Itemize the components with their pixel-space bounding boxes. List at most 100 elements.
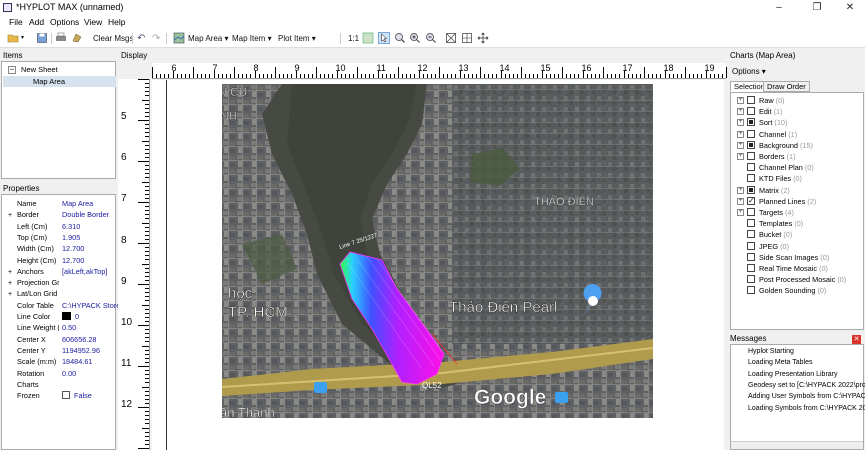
zoom-window-icon[interactable]	[461, 32, 473, 44]
frozen-checkbox[interactable]	[62, 391, 70, 400]
property-row[interactable]: Scale (m:m) 18484.61	[2, 356, 117, 367]
expand-icon[interactable]: +	[737, 153, 744, 160]
property-value[interactable]: [akLeft,akTop]	[62, 266, 118, 277]
options-menu[interactable]: Options ▾	[732, 67, 766, 76]
open-folder-icon[interactable]	[7, 32, 19, 44]
property-row[interactable]: Frozen False	[2, 390, 117, 401]
layer-checkbox[interactable]	[747, 96, 755, 104]
map-area-icon[interactable]	[173, 32, 185, 44]
property-row[interactable]: Name Map Area	[2, 198, 117, 209]
layer-checkbox[interactable]	[747, 230, 755, 239]
property-value[interactable]: 606656.28	[62, 334, 118, 345]
menu-add[interactable]: Add	[29, 17, 44, 27]
layer-checkbox[interactable]	[747, 286, 755, 295]
property-row[interactable]: Line Weight (0.50	[2, 322, 117, 333]
save-icon[interactable]	[36, 32, 48, 44]
layer-checkbox[interactable]	[747, 241, 755, 250]
property-value[interactable]: 0.00	[62, 368, 118, 379]
property-value[interactable]: False	[62, 390, 118, 401]
chart-layer-row[interactable]: + Borders (1)	[731, 151, 864, 162]
sheet-item[interactable]: New Sheet	[21, 65, 58, 74]
pointer-icon[interactable]	[378, 32, 390, 44]
property-value[interactable]: 0.50	[62, 322, 118, 333]
chart-layer-row[interactable]: + Sort (10)	[731, 117, 864, 128]
property-value[interactable]: Map Area	[62, 198, 118, 209]
layer-checkbox[interactable]	[747, 152, 755, 160]
property-row[interactable]: Center X 606656.28	[2, 334, 117, 345]
chart-layer-row[interactable]: + Planned Lines (2)	[731, 195, 864, 207]
chart-layer-row[interactable]: Side Scan Images (0)	[731, 252, 864, 263]
menu-help[interactable]: Help	[108, 17, 125, 27]
chart-layer-row[interactable]: Post Processed Mosaic (0)	[731, 274, 864, 285]
expand-icon[interactable]: +	[737, 141, 744, 149]
minimize-button[interactable]: –	[762, 0, 796, 15]
close-button[interactable]: ✕	[833, 0, 865, 15]
layer-checkbox[interactable]	[747, 129, 755, 138]
property-value[interactable]: 0	[62, 311, 118, 322]
property-row[interactable]: Width (Cm) 12.700	[2, 243, 117, 254]
zoom-out-icon[interactable]	[425, 32, 437, 44]
layer-checkbox[interactable]	[747, 264, 755, 272]
property-row[interactable]: Center Y 1194952.96	[2, 345, 117, 356]
open-dropdown-icon[interactable]: ▾	[21, 32, 24, 45]
property-row[interactable]: + Lat/Lon Grid	[2, 288, 117, 299]
chart-layer-row[interactable]: + Targets (4)	[731, 207, 864, 218]
clear-msgs-button[interactable]: Clear Msgs	[93, 32, 133, 45]
property-row[interactable]: Line Color 0	[2, 311, 117, 322]
expand-icon[interactable]: +	[737, 97, 744, 104]
menu-file[interactable]: File	[9, 17, 23, 27]
map-area[interactable]: Line 7 25/1227 N CƯ NH THẢO ĐIỀN học TP.…	[222, 84, 653, 418]
layer-checkbox[interactable]	[747, 252, 755, 261]
chart-layer-row[interactable]: + Channel (1)	[731, 129, 864, 140]
property-value[interactable]: 6.310	[62, 221, 118, 232]
pan-icon[interactable]	[477, 32, 489, 44]
chart-layer-row[interactable]: Golden Sounding (0)	[731, 285, 864, 296]
chart-layer-row[interactable]: + Edit (1)	[731, 106, 864, 117]
tab-draw-order[interactable]: Draw Order	[763, 81, 810, 92]
property-value[interactable]: Double Border	[62, 209, 118, 220]
property-row[interactable]: Top (Cm) 1.905	[2, 232, 117, 243]
chart-layer-row[interactable]: KTD Files (0)	[731, 173, 864, 184]
plot-item-menu[interactable]: Plot Item ▾	[278, 32, 316, 45]
property-row[interactable]: + Anchors [akLeft,akTop]	[2, 266, 117, 277]
property-row[interactable]: + Border Double Border	[2, 209, 117, 220]
expand-icon[interactable]: +	[737, 119, 744, 127]
property-row[interactable]: Height (Cm) 12.700	[2, 255, 117, 266]
map-area-menu[interactable]: Map Area ▾	[188, 32, 229, 45]
layer-checkbox[interactable]	[747, 185, 755, 194]
map-item-menu[interactable]: Map Item ▾	[232, 32, 272, 45]
expand-icon[interactable]: +	[737, 209, 744, 216]
zoom-icon[interactable]	[394, 32, 406, 44]
collapse-icon[interactable]: –	[8, 66, 16, 74]
property-value[interactable]: 12.700	[62, 243, 118, 254]
menu-view[interactable]: View	[84, 17, 102, 27]
chart-layer-row[interactable]: Real Time Mosaic (0)	[731, 263, 864, 274]
undo-icon[interactable]: ↶	[137, 32, 145, 45]
chart-layer-row[interactable]: + Raw (0)	[731, 95, 864, 106]
layer-checkbox[interactable]	[747, 118, 755, 127]
property-row[interactable]: + Projection Gri	[2, 277, 117, 288]
property-row[interactable]: Color Table C:\HYPACK Store	[2, 300, 118, 311]
chart-layer-row[interactable]: JPEG (0)	[731, 241, 864, 252]
layer-checkbox[interactable]	[747, 275, 755, 284]
zoom-in-icon[interactable]	[409, 32, 421, 44]
layer-checkbox[interactable]	[747, 174, 755, 183]
chart-layer-row[interactable]: Templates (0)	[731, 218, 864, 229]
layer-checkbox[interactable]	[747, 140, 755, 149]
layer-checkbox[interactable]	[747, 195, 755, 206]
expand-icon[interactable]: +	[737, 186, 744, 194]
property-value[interactable]: 12.700	[62, 255, 118, 266]
close-messages-icon[interactable]: ✕	[852, 335, 861, 344]
fit-image-icon[interactable]	[362, 32, 374, 44]
property-row[interactable]: Charts	[2, 379, 117, 390]
property-row[interactable]: Rotation 0.00	[2, 368, 117, 379]
print-icon[interactable]	[55, 32, 67, 44]
layer-checkbox[interactable]	[747, 208, 755, 216]
zoom-extents-icon[interactable]	[445, 32, 457, 44]
expand-icon[interactable]: +	[737, 108, 744, 116]
expand-icon[interactable]: +	[737, 130, 744, 138]
chart-layer-row[interactable]: Bucket (0)	[731, 229, 864, 240]
redo-icon[interactable]: ↷	[152, 32, 160, 45]
clear-messages-icon[interactable]	[71, 32, 83, 44]
maximize-button[interactable]: ❐	[800, 0, 834, 15]
